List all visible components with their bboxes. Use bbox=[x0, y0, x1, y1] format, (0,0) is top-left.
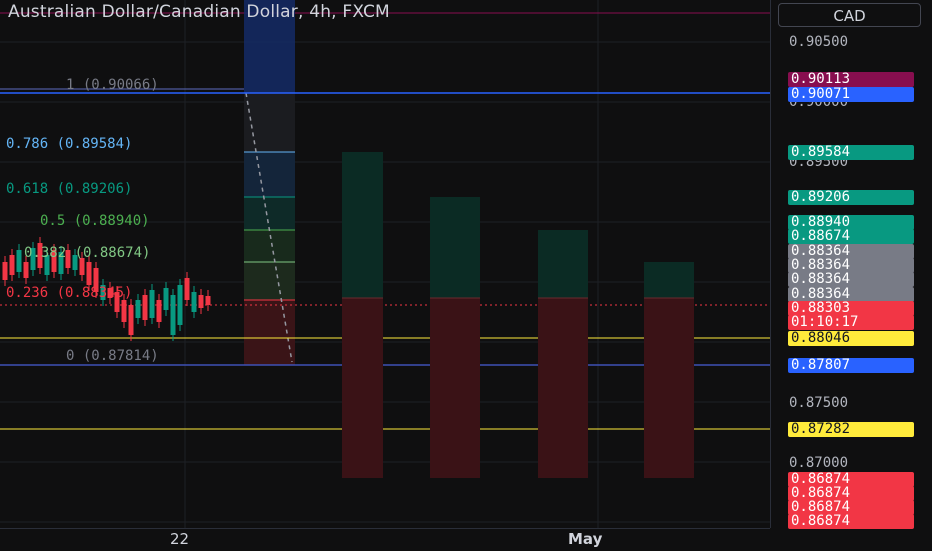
price-tag: 0.89206 bbox=[788, 190, 914, 205]
fib-label-0382: 0.382 (0.88674) bbox=[24, 245, 151, 261]
candle-body bbox=[16, 250, 22, 272]
fib-label-0236: 0.236 (0.88345) bbox=[6, 285, 133, 301]
candle-body bbox=[135, 300, 141, 318]
fib-zone-3 bbox=[244, 197, 295, 230]
candle-body bbox=[121, 300, 127, 322]
price-tag: 0.86874 bbox=[788, 514, 914, 529]
fib-label-0618: 0.618 (0.89206) bbox=[6, 181, 133, 197]
candle-body bbox=[149, 290, 155, 318]
candle-body bbox=[170, 295, 176, 335]
candle-body bbox=[23, 262, 29, 278]
currency-button[interactable]: CAD bbox=[778, 3, 921, 27]
candle-body bbox=[177, 285, 183, 325]
fib-zone-1 bbox=[244, 93, 295, 152]
chart-title: Australian Dollar/Canadian Dollar, 4h, F… bbox=[8, 2, 390, 22]
price-axis[interactable]: CAD 0.90500 0.90000 0.89500 0.87500 0.87… bbox=[770, 0, 932, 529]
candle-body bbox=[191, 292, 197, 312]
candle-body bbox=[184, 278, 190, 300]
fib-label-0: 0 (0.87814) bbox=[66, 348, 159, 364]
candle-body bbox=[142, 295, 148, 320]
price-tick: 0.90500 bbox=[789, 34, 849, 50]
price-tag: 0.88674 bbox=[788, 229, 914, 244]
price-tag: 0.89584 bbox=[788, 145, 914, 160]
price-tag: 0.88364 bbox=[788, 272, 914, 287]
candle-body bbox=[163, 288, 169, 310]
price-tag: 0.87282 bbox=[788, 422, 914, 437]
time-axis[interactable]: 22 May bbox=[0, 528, 770, 551]
price-tag: 01:10:17 bbox=[788, 315, 914, 330]
candle-body bbox=[205, 296, 211, 305]
price-tag: 0.90071 bbox=[788, 87, 914, 102]
fib-zone-2 bbox=[244, 152, 295, 197]
price-tag: 0.90113 bbox=[788, 72, 914, 87]
time-label-22: 22 bbox=[170, 530, 190, 548]
candle-body bbox=[86, 262, 92, 285]
fib-label-05: 0.5 (0.88940) bbox=[40, 213, 150, 229]
candle-body bbox=[9, 255, 15, 275]
price-tag: 0.87807 bbox=[788, 358, 914, 373]
candle-body bbox=[156, 300, 162, 322]
fib-label-1: 1 (0.90066) bbox=[66, 77, 159, 93]
price-tick: 0.87500 bbox=[789, 395, 849, 411]
fib-label-0786: 0.786 (0.89584) bbox=[6, 136, 133, 152]
price-tick: 0.87000 bbox=[789, 455, 849, 471]
candle-body bbox=[198, 295, 204, 308]
time-label-may: May bbox=[568, 530, 603, 548]
price-tag: 0.88046 bbox=[788, 331, 914, 346]
candle-body bbox=[128, 305, 134, 335]
fib-zone-4 bbox=[244, 230, 295, 262]
fib-zone-5 bbox=[244, 262, 295, 300]
chart-pane[interactable]: Australian Dollar/Canadian Dollar, 4h, F… bbox=[0, 0, 770, 528]
candle-body bbox=[2, 262, 8, 280]
